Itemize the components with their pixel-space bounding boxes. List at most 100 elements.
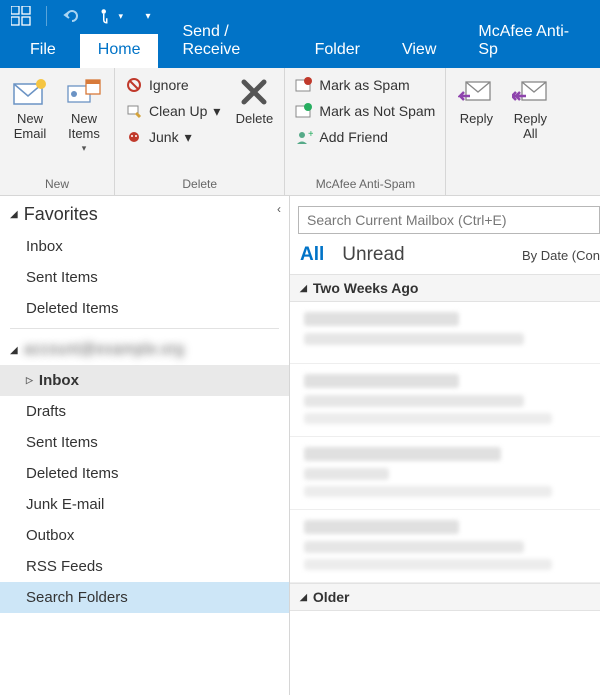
sort-by[interactable]: By Date (Con (522, 248, 600, 263)
group-label-spam: McAfee Anti-Spam (291, 175, 439, 193)
tab-folder[interactable]: Folder (297, 34, 378, 68)
ignore-icon (125, 76, 143, 94)
touch-mode-icon[interactable]: ▾ (97, 3, 123, 29)
reply-all-icon (512, 74, 548, 110)
group-label-respond (452, 175, 554, 193)
account-header[interactable]: ◢ account@example.org (0, 333, 289, 365)
chevron-down-icon: ▾ (185, 129, 192, 146)
new-email-button[interactable]: New Email (6, 72, 54, 144)
new-items-label: New Items (68, 112, 100, 142)
group-label-new: New (6, 175, 108, 193)
separator (46, 6, 47, 26)
new-items-button[interactable]: New Items ▾ (60, 72, 108, 156)
tab-send-receive[interactable]: Send / Receive (164, 16, 290, 68)
mark-not-spam-button[interactable]: Mark as Not Spam (291, 100, 439, 122)
expand-tri-icon[interactable]: ▷ (26, 375, 33, 386)
chevron-down-icon: ▾ (213, 103, 220, 120)
group-two-weeks-ago[interactable]: ◢ Two Weeks Ago (290, 274, 600, 302)
reply-all-label: Reply All (514, 112, 547, 142)
group-label: Older (313, 589, 350, 605)
collapse-nav-icon[interactable]: ‹ (277, 202, 281, 216)
folder-drafts[interactable]: Drafts (0, 396, 289, 427)
chevron-down-icon: ▾ (82, 143, 87, 154)
cleanup-icon (125, 102, 143, 120)
spam-icon (295, 76, 313, 94)
reply-all-button[interactable]: Reply All (506, 72, 554, 144)
not-spam-icon (295, 102, 313, 120)
search-input[interactable]: Search Current Mailbox (Ctrl+E) (298, 206, 600, 234)
cleanup-label: Clean Up (149, 103, 207, 119)
mark-spam-button[interactable]: Mark as Spam (291, 74, 439, 96)
mark-not-spam-label: Mark as Not Spam (319, 103, 435, 119)
message-list-pane: Search Current Mailbox (Ctrl+E) All Unre… (290, 196, 600, 695)
collapse-tri-icon: ◢ (10, 345, 18, 356)
filter-all[interactable]: All (300, 244, 324, 266)
message-item[interactable] (290, 437, 600, 510)
ribbon: New Email New Items ▾ New Ignore Clea (0, 68, 600, 196)
ignore-button[interactable]: Ignore (121, 74, 224, 96)
fav-deleted[interactable]: Deleted Items (0, 293, 289, 324)
fav-sent[interactable]: Sent Items (0, 262, 289, 293)
tab-mcafee[interactable]: McAfee Anti-Sp (460, 16, 588, 68)
message-item[interactable] (290, 302, 600, 364)
reply-label: Reply (460, 112, 493, 127)
folder-sent[interactable]: Sent Items (0, 427, 289, 458)
group-older[interactable]: ◢ Older (290, 583, 600, 611)
folder-inbox[interactable]: ▷ Inbox (0, 365, 289, 396)
nav-separator (10, 328, 279, 329)
reply-button[interactable]: Reply (452, 72, 500, 129)
body: ‹ ◢ Favorites Inbox Sent Items Deleted I… (0, 196, 600, 695)
folders-list: ▷ Inbox Drafts Sent Items Deleted Items … (0, 365, 289, 613)
favorites-list: Inbox Sent Items Deleted Items (0, 231, 289, 329)
collapse-tri-icon: ◢ (300, 283, 307, 294)
delete-button[interactable]: Delete (230, 72, 278, 129)
collapse-tri-icon: ◢ (300, 592, 307, 603)
tab-view[interactable]: View (384, 34, 454, 68)
ribbon-group-delete: Ignore Clean Up ▾ Junk ▾ Delete (115, 68, 285, 195)
junk-button[interactable]: Junk ▾ (121, 126, 224, 148)
qat-customize-icon[interactable]: ▾ (135, 3, 161, 29)
new-email-label: New Email (14, 112, 47, 142)
group-label-delete: Delete (121, 175, 278, 193)
filter-bar: All Unread By Date (Con (290, 242, 600, 274)
cleanup-button[interactable]: Clean Up ▾ (121, 100, 224, 122)
delete-x-icon (236, 74, 272, 110)
delete-label: Delete (236, 112, 274, 127)
svg-text:+: + (308, 129, 313, 140)
collapse-tri-icon: ◢ (10, 209, 18, 220)
junk-label: Junk (149, 129, 179, 145)
add-friend-icon: + (295, 128, 313, 146)
ribbon-group-respond: Reply Reply All (446, 68, 560, 195)
fav-inbox[interactable]: Inbox (0, 231, 289, 262)
folder-junk[interactable]: Junk E-mail (0, 489, 289, 520)
add-friend-label: Add Friend (319, 129, 387, 145)
favorites-label: Favorites (24, 204, 98, 225)
menu-bar: File Home Send / Receive Folder View McA… (0, 32, 600, 68)
undo-icon[interactable] (59, 3, 85, 29)
account-label: account@example.org (24, 341, 184, 359)
message-item[interactable] (290, 364, 600, 437)
tab-home[interactable]: Home (80, 34, 159, 68)
folder-search-folders[interactable]: Search Folders (0, 582, 289, 613)
message-item[interactable] (290, 510, 600, 583)
navigation-pane: ‹ ◢ Favorites Inbox Sent Items Deleted I… (0, 196, 290, 695)
folder-deleted[interactable]: Deleted Items (0, 458, 289, 489)
reply-icon (458, 74, 494, 110)
filter-unread[interactable]: Unread (342, 244, 404, 266)
new-items-icon (66, 74, 102, 110)
group-label: Two Weeks Ago (313, 280, 419, 296)
envelope-icon (12, 74, 48, 110)
folder-rss[interactable]: RSS Feeds (0, 551, 289, 582)
folder-outbox[interactable]: Outbox (0, 520, 289, 551)
junk-icon (125, 128, 143, 146)
ignore-label: Ignore (149, 77, 189, 93)
app-icon[interactable] (8, 3, 34, 29)
search-placeholder: Search Current Mailbox (Ctrl+E) (307, 212, 507, 228)
favorites-header[interactable]: ◢ Favorites (0, 196, 289, 231)
mark-spam-label: Mark as Spam (319, 77, 409, 93)
ribbon-group-spam: Mark as Spam Mark as Not Spam + Add Frie… (285, 68, 446, 195)
tab-file[interactable]: File (12, 34, 74, 68)
ribbon-group-new: New Email New Items ▾ New (0, 68, 115, 195)
folder-label: Inbox (39, 372, 79, 389)
add-friend-button[interactable]: + Add Friend (291, 126, 439, 148)
